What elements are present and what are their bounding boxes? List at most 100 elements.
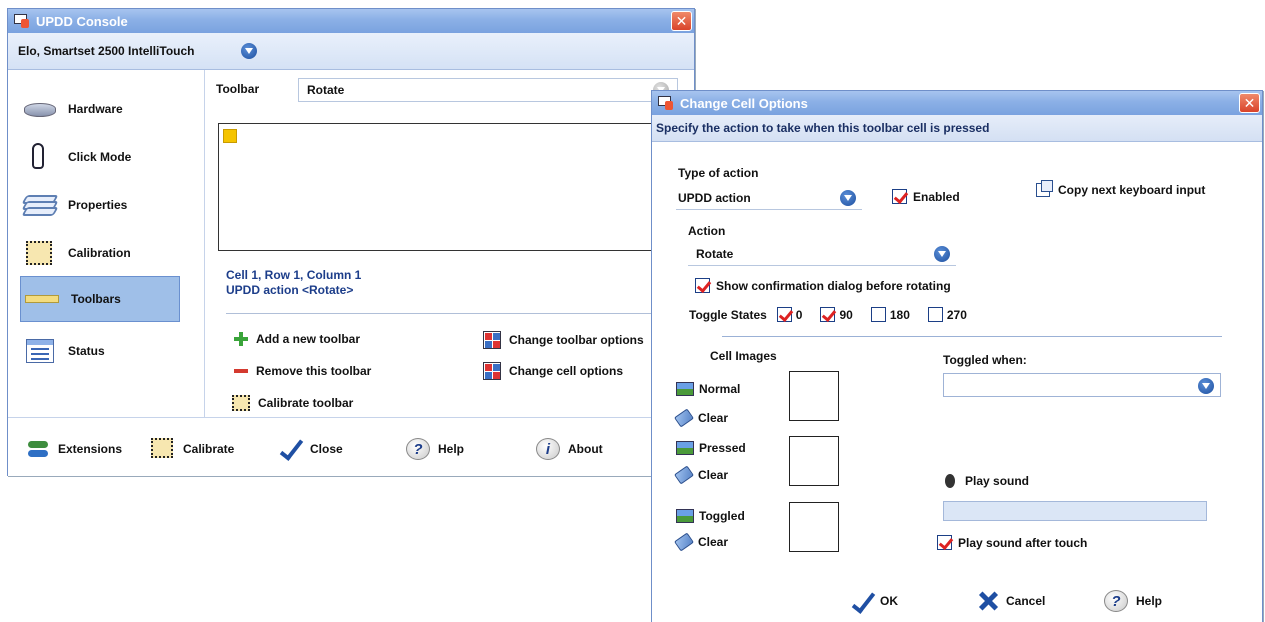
clear-label: Clear bbox=[698, 468, 729, 482]
toggle-state-0[interactable]: 0 bbox=[776, 307, 803, 322]
close-button[interactable]: Close bbox=[278, 438, 343, 460]
chevron-down-icon[interactable] bbox=[840, 190, 856, 206]
toolbar-cell[interactable] bbox=[223, 129, 237, 143]
pressed-image-button[interactable]: Pressed bbox=[676, 441, 746, 455]
dialog-title: Change Cell Options bbox=[680, 95, 808, 111]
clear-normal-button[interactable]: Clear bbox=[674, 408, 728, 428]
ok-button[interactable]: OK bbox=[850, 591, 898, 611]
toggle-0-label: 0 bbox=[795, 307, 803, 322]
add-toolbar-button[interactable]: Add a new toolbar bbox=[234, 332, 360, 346]
toggle-90-check-box[interactable] bbox=[820, 307, 836, 322]
toolbars-panel: Toolbar Rotate Cell 1, Row 1, Column 1 U… bbox=[206, 70, 694, 417]
confirmation-label: Show confirmation dialog before rotating bbox=[716, 278, 951, 293]
toolbar-select[interactable]: Rotate bbox=[298, 78, 678, 102]
sound-file-field[interactable] bbox=[943, 501, 1207, 521]
toggle-270-label: 270 bbox=[946, 307, 967, 322]
type-of-action-label: Type of action bbox=[678, 166, 759, 180]
cell-info: Cell 1, Row 1, Column 1 UPDD action <Rot… bbox=[226, 268, 361, 298]
speaker-icon bbox=[945, 474, 955, 488]
sidebar-item-hardware[interactable]: Hardware bbox=[8, 86, 205, 132]
divider bbox=[226, 313, 694, 314]
type-of-action-value: UPDD action bbox=[678, 190, 751, 205]
play-after-touch-check-box[interactable] bbox=[937, 535, 952, 550]
action-label: Action bbox=[688, 224, 726, 238]
sidebar-item-label: Hardware bbox=[68, 102, 123, 116]
normal-label: Normal bbox=[699, 382, 741, 396]
toggle-0-check-box[interactable] bbox=[776, 307, 792, 322]
help-button[interactable]: ? Help bbox=[406, 438, 464, 460]
console-sidebar: Hardware Click Mode Properties Calibrati… bbox=[8, 70, 205, 417]
toolbar-row: Toolbar bbox=[216, 82, 259, 96]
pressed-image-box[interactable] bbox=[789, 436, 839, 486]
calibrate-toolbar-label: Calibrate toolbar bbox=[258, 396, 354, 410]
hardware-icon bbox=[24, 95, 60, 123]
toggle-state-270[interactable]: 270 bbox=[927, 307, 967, 322]
clear-toggled-button[interactable]: Clear bbox=[674, 532, 729, 552]
toggle-state-180[interactable]: 180 bbox=[870, 307, 910, 322]
dialog-close-button[interactable]: ✕ bbox=[1239, 93, 1260, 113]
console-close-button[interactable]: ✕ bbox=[671, 11, 692, 31]
enabled-label: Enabled bbox=[913, 189, 960, 204]
change-toolbar-options-label: Change toolbar options bbox=[509, 333, 644, 347]
action-select[interactable]: Rotate bbox=[688, 242, 956, 266]
type-of-action-select[interactable]: UPDD action bbox=[676, 186, 862, 210]
change-toolbar-options-button[interactable]: Change toolbar options bbox=[483, 331, 644, 349]
remove-toolbar-label: Remove this toolbar bbox=[256, 364, 372, 378]
calibrate-button[interactable]: Calibrate bbox=[151, 438, 234, 460]
normal-image-button[interactable]: Normal bbox=[676, 382, 740, 396]
console-titlebar[interactable]: UPDD Console ✕ bbox=[8, 9, 694, 33]
clear-label: Clear bbox=[698, 535, 729, 549]
device-selector[interactable]: Elo, Smartset 2500 IntelliTouch bbox=[8, 33, 694, 70]
chevron-down-icon[interactable] bbox=[1198, 378, 1214, 394]
ok-label: OK bbox=[880, 594, 898, 608]
clear-pressed-button[interactable]: Clear bbox=[674, 465, 729, 485]
sidebar-item-toolbars[interactable]: Toolbars bbox=[20, 276, 180, 322]
toolbar-preview[interactable] bbox=[218, 123, 688, 251]
help-label: Help bbox=[438, 442, 465, 456]
about-button[interactable]: i About bbox=[536, 438, 603, 460]
calibration-icon bbox=[232, 395, 250, 411]
play-sound-button[interactable]: Play sound bbox=[945, 474, 1029, 488]
enabled-checkbox[interactable]: Enabled bbox=[892, 189, 960, 204]
extensions-button[interactable]: Extensions bbox=[26, 438, 122, 460]
toolbar-label: Toolbar bbox=[216, 82, 260, 96]
remove-toolbar-button[interactable]: Remove this toolbar bbox=[234, 364, 371, 378]
checkmark-icon bbox=[850, 591, 872, 611]
help-icon: ? bbox=[406, 438, 430, 460]
toggled-image-button[interactable]: Toggled bbox=[676, 509, 745, 523]
sidebar-item-calibration[interactable]: Calibration bbox=[8, 230, 205, 276]
action-value: Rotate bbox=[696, 246, 734, 261]
sidebar-item-label: Toolbars bbox=[71, 292, 121, 306]
sidebar-item-status[interactable]: Status bbox=[8, 328, 205, 374]
sidebar-item-click-mode[interactable]: Click Mode bbox=[8, 134, 205, 180]
dialog-titlebar[interactable]: Change Cell Options ✕ bbox=[652, 91, 1262, 115]
layers-icon bbox=[21, 191, 60, 219]
toggle-states-label: Toggle States bbox=[689, 307, 767, 322]
calibration-icon bbox=[151, 438, 175, 460]
sidebar-item-label: Status bbox=[68, 344, 105, 358]
chevron-down-icon[interactable] bbox=[934, 246, 950, 262]
enabled-check-box[interactable] bbox=[892, 189, 907, 204]
dialog-help-button[interactable]: ? Help bbox=[1104, 590, 1162, 612]
cancel-button[interactable]: Cancel bbox=[978, 591, 1045, 611]
copy-keyboard-input-button[interactable]: Copy next keyboard input bbox=[1036, 180, 1205, 197]
toolbar-select-value: Rotate bbox=[307, 83, 345, 97]
sidebar-item-properties[interactable]: Properties bbox=[8, 182, 205, 228]
grid-icon bbox=[483, 362, 501, 380]
calibrate-toolbar-button[interactable]: Calibrate toolbar bbox=[232, 395, 353, 411]
confirmation-check-box[interactable] bbox=[695, 278, 710, 293]
toggle-270-check-box[interactable] bbox=[927, 307, 943, 322]
toggle-180-check-box[interactable] bbox=[870, 307, 886, 322]
change-cell-options-button[interactable]: Change cell options bbox=[483, 362, 623, 380]
toggled-when-select[interactable] bbox=[943, 373, 1221, 397]
confirmation-checkbox[interactable]: Show confirmation dialog before rotating bbox=[695, 278, 951, 293]
toggled-image-box[interactable] bbox=[789, 502, 839, 552]
normal-image-box[interactable] bbox=[789, 371, 839, 421]
toggle-state-90[interactable]: 90 bbox=[820, 307, 853, 322]
change-cell-options-dialog: Change Cell Options ✕ Specify the action… bbox=[651, 90, 1263, 622]
play-sound-label: Play sound bbox=[965, 474, 1030, 488]
play-after-touch-checkbox[interactable]: Play sound after touch bbox=[937, 535, 1087, 550]
cell-action: UPDD action <Rotate> bbox=[226, 283, 354, 297]
cell-position: Cell 1, Row 1, Column 1 bbox=[226, 268, 362, 282]
device-dropdown-icon[interactable] bbox=[240, 43, 257, 59]
